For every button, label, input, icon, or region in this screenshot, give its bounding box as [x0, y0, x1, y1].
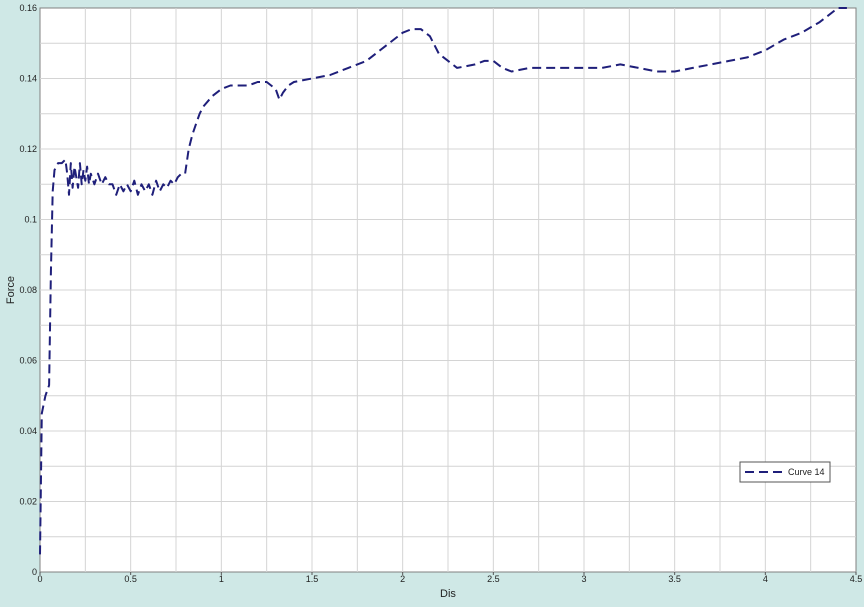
- y-tick-label: 0.04: [19, 426, 37, 436]
- x-tick-label: 2.5: [487, 574, 500, 584]
- line-chart: 0 0.5 1 1.5 2 2.5 3 3.5 4 4.5 0 0.02 0.04 0.06 0.08 0.1…: [0, 0, 864, 602]
- y-tick-label: 0.02: [19, 497, 37, 507]
- x-tick-label: 1: [219, 574, 224, 584]
- x-tick-label: 3: [581, 574, 586, 584]
- y-axis-title: Force: [5, 276, 17, 304]
- y-tick-label: 0.14: [19, 74, 37, 84]
- x-tick-label: 2: [400, 574, 405, 584]
- x-axis-title: Dis: [440, 588, 456, 600]
- y-tick-label: 0.06: [19, 356, 37, 366]
- legend-label: Curve 14: [788, 467, 825, 477]
- y-tick-label: 0.08: [19, 285, 37, 295]
- y-tick-label: 0: [32, 567, 37, 577]
- legend: Curve 14: [739, 461, 831, 483]
- y-tick-label: 0.16: [19, 3, 37, 13]
- x-tick-label: 0.5: [124, 574, 137, 584]
- x-tick-label: 4: [763, 574, 768, 584]
- x-tick-label: 1.5: [306, 574, 319, 584]
- x-tick-label: 3.5: [668, 574, 681, 584]
- chart-window: 0 0.5 1 1.5 2 2.5 3 3.5 4 4.5 0 0.02 0.04 0.06 0.08 0.1…: [0, 0, 864, 602]
- x-tick-label: 4.5: [850, 574, 863, 584]
- y-tick-label: 0.12: [19, 144, 37, 154]
- x-tick-label: 0: [37, 574, 42, 584]
- y-tick-label: 0.1: [24, 215, 37, 225]
